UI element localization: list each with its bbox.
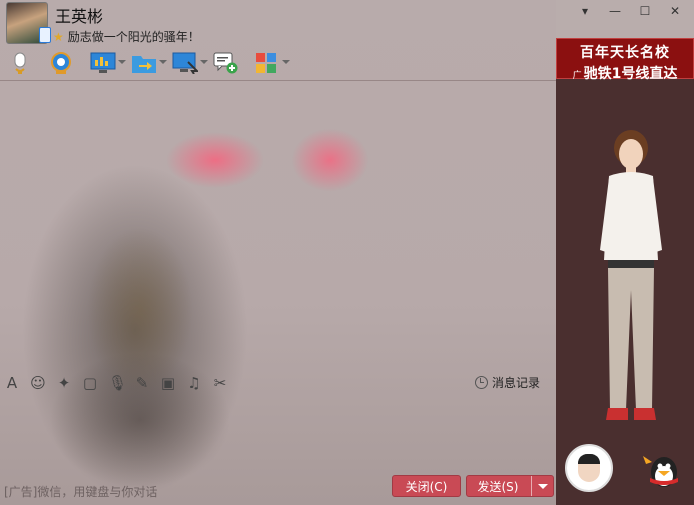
signature-row: ★ 励志做一个阳光的骚年！ [53,28,200,45]
chevron-down-icon[interactable] [159,60,167,64]
mobile-online-icon [39,27,51,43]
chat-toolbar [6,50,293,76]
image-icon[interactable]: ▣ [160,375,176,391]
magic-wand-icon[interactable]: ✦ [56,375,72,391]
contact-avatar[interactable] [6,2,51,44]
input-toolbar: A ☺ ✦ ▢ 🎙 ✎ ▣ ♫ ✂ 消息记录 [4,372,552,394]
remote-assist-icon [172,52,198,74]
edit-icon[interactable]: ✎ [134,375,150,391]
file-transfer-button[interactable] [129,51,167,75]
close-window-button[interactable]: ✕ [668,4,682,18]
add-chat-icon [213,52,238,74]
message-history-label: 消息记录 [491,376,540,390]
avatar-show-figure[interactable] [596,120,666,440]
window-shake-icon[interactable]: ▢ [82,375,98,391]
apps-button[interactable] [252,51,290,75]
screen-share-button[interactable] [88,51,126,75]
avatar-face [578,454,600,482]
add-chat-button[interactable] [211,51,243,75]
chevron-down-icon[interactable] [118,60,126,64]
chat-footer: [广告]微信，用键盘与你对话 关闭(C) 发送(S) [0,474,556,505]
message-history-button[interactable]: 消息记录 [474,374,540,391]
ad-banner[interactable]: 百年天长名校 广驰铁1号线直达 [556,38,694,82]
emoji-icon[interactable]: ☺ [30,375,46,391]
chat-header: 王英彬 ★ 励志做一个阳光的骚年！ [0,0,556,80]
minimize-button[interactable]: — [608,4,622,18]
microphone-icon [14,52,26,74]
send-options-chevron-icon[interactable] [531,476,553,496]
dropdown-menu-button[interactable]: ▾ [578,4,592,18]
voice-call-button[interactable] [6,51,38,75]
qq-penguin-icon[interactable] [640,450,686,490]
send-button[interactable]: 发送(S) [466,475,554,497]
footer-ad-link[interactable]: [广告]微信，用键盘与你对话 [4,483,157,500]
header-divider [0,80,556,81]
ad-banner-line2: 广驰铁1号线直达 [557,63,693,83]
chevron-down-icon[interactable] [282,60,290,64]
clock-icon [474,376,488,389]
close-button[interactable]: 关闭(C) [392,475,461,497]
remote-assist-button[interactable] [170,51,208,75]
contact-name[interactable]: 王英彬 [55,3,103,27]
screenshot-scissors-icon[interactable]: ✂ [212,375,228,391]
camera-icon [51,52,71,74]
send-button-label: 发送(S) [477,480,519,494]
chevron-down-icon[interactable] [200,60,208,64]
right-side-panel: 百年天长名校 广驰铁1号线直达 [556,38,694,505]
star-icon: ★ [53,30,64,44]
maximize-button[interactable]: ☐ [638,4,652,18]
window-controls: ▾ — ☐ ✕ [578,4,682,18]
ad-banner-line1: 百年天长名校 [580,45,670,61]
video-call-button[interactable] [47,51,79,75]
music-icon[interactable]: ♫ [186,375,202,391]
font-icon[interactable]: A [4,375,20,391]
file-transfer-icon [132,56,156,73]
voice-message-icon[interactable]: 🎙 [108,375,127,391]
screen-share-icon [90,52,116,73]
my-avatar[interactable] [565,444,613,492]
app-grid-icon [256,53,276,73]
ad-tag: 广 [572,71,582,81]
ad-banner-line2-text: 驰铁1号线直达 [583,66,678,82]
contact-signature: 励志做一个阳光的骚年！ [67,30,200,44]
